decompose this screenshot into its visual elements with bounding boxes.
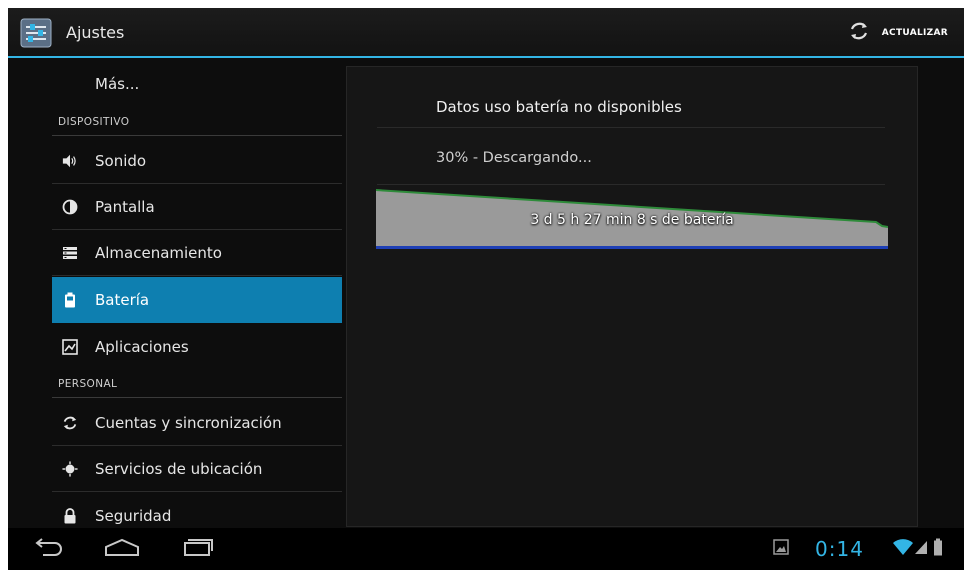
- sidebar-item-label: Almacenamiento: [95, 244, 222, 262]
- image-icon: [773, 539, 789, 559]
- refresh-label: ACTUALIZAR: [881, 28, 948, 38]
- settings-sidebar: Más... DISPOSITIVO Sonido Pantalla Almac…: [52, 60, 342, 527]
- brightness-icon: [62, 199, 78, 215]
- action-bar-accent-line: [8, 56, 964, 58]
- sidebar-item-label: Seguridad: [95, 507, 172, 525]
- home-icon: [103, 537, 141, 561]
- recent-apps-icon: [182, 537, 214, 561]
- sidebar-item-label: Sonido: [95, 152, 147, 170]
- storage-icon: [62, 245, 78, 261]
- panel-divider: [377, 184, 885, 185]
- row-divider: [52, 275, 342, 276]
- wifi-status: [892, 536, 914, 562]
- signal-status: [914, 536, 928, 562]
- action-bar: Ajustes ACTUALIZAR: [8, 8, 964, 58]
- sidebar-item-more[interactable]: Más...: [52, 64, 342, 104]
- sidebar-item-label: Cuentas y sincronización: [95, 414, 282, 432]
- wifi-icon: [892, 538, 914, 560]
- battery-icon: [62, 292, 78, 308]
- sidebar-item-label: Pantalla: [95, 198, 155, 216]
- battery-usage-unavailable-text: Datos uso batería no disponibles: [436, 98, 682, 116]
- android-screen: Ajustes ACTUALIZAR Más... DISPOSITIVO So…: [8, 8, 964, 570]
- signal-icon: [914, 539, 928, 559]
- lock-icon: [62, 508, 78, 524]
- status-clock: 0:14: [815, 537, 864, 561]
- section-header-personal: PERSONAL: [58, 378, 118, 390]
- sidebar-item-label: Aplicaciones: [95, 338, 189, 356]
- battery-status-icon: [933, 538, 943, 560]
- sidebar-item-apps[interactable]: Aplicaciones: [52, 324, 342, 370]
- refresh-icon: [848, 20, 870, 46]
- section-divider: [52, 397, 342, 398]
- system-nav-bar: 0:14: [8, 528, 964, 570]
- back-icon: [29, 537, 63, 561]
- sidebar-item-label: Servicios de ubicación: [95, 460, 263, 478]
- battery-detail-panel: Datos uso batería no disponibles 30% - D…: [346, 66, 918, 527]
- section-header-device: DISPOSITIVO: [58, 116, 130, 128]
- sidebar-item-location[interactable]: Servicios de ubicación: [52, 446, 342, 492]
- back-button[interactable]: [26, 536, 66, 562]
- recent-apps-button[interactable]: [178, 536, 218, 562]
- sidebar-item-label: Más...: [95, 75, 140, 93]
- apps-icon: [62, 339, 78, 355]
- page-title: Ajustes: [66, 23, 125, 42]
- location-icon: [62, 461, 78, 477]
- battery-status: [932, 536, 944, 562]
- row-divider: [52, 491, 342, 492]
- graph-baseline: [376, 246, 888, 249]
- speaker-icon: [62, 153, 78, 169]
- battery-status-text: 30% - Descargando...: [436, 150, 592, 166]
- home-button[interactable]: [100, 536, 144, 562]
- sidebar-item-sound[interactable]: Sonido: [52, 138, 342, 184]
- gallery-notification[interactable]: [770, 536, 792, 562]
- sidebar-item-storage[interactable]: Almacenamiento: [52, 230, 342, 276]
- sync-icon: [62, 415, 78, 431]
- refresh-button[interactable]: ACTUALIZAR: [848, 18, 948, 48]
- sidebar-item-accounts-sync[interactable]: Cuentas y sincronización: [52, 400, 342, 446]
- panel-divider: [377, 127, 885, 128]
- settings-app-icon[interactable]: [20, 18, 52, 48]
- section-divider: [52, 135, 342, 136]
- sidebar-item-battery[interactable]: Batería: [52, 277, 342, 323]
- battery-remaining-label: 3 d 5 h 27 min 8 s de batería: [530, 212, 734, 228]
- sidebar-item-display[interactable]: Pantalla: [52, 184, 342, 230]
- sidebar-item-label: Batería: [95, 291, 150, 309]
